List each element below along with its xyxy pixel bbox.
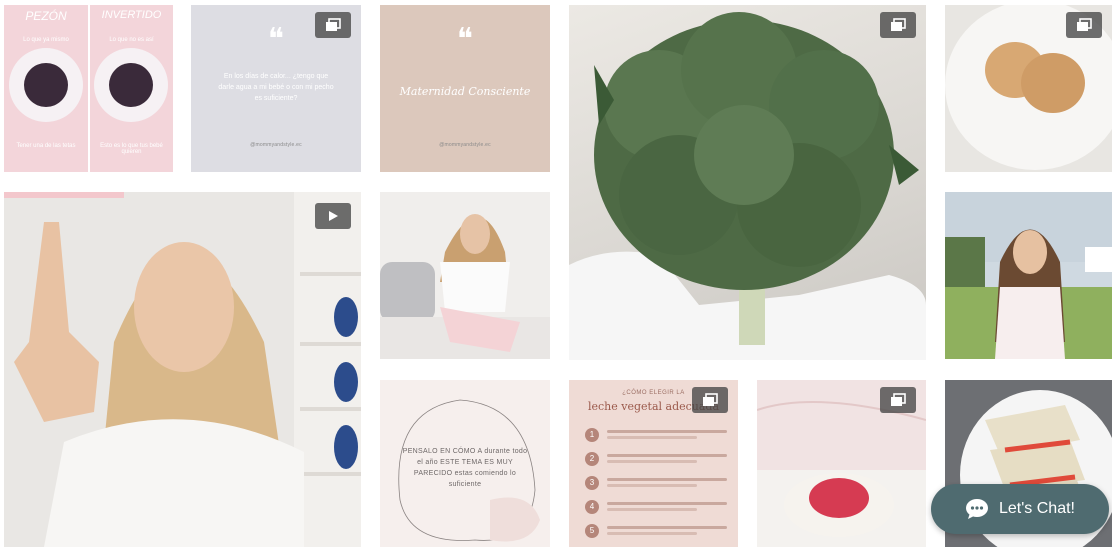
- post-handle: @mommyandstyle.ec: [250, 142, 302, 148]
- carousel-icon: [880, 387, 916, 413]
- post-woman-garden[interactable]: [945, 192, 1112, 359]
- chat-button[interactable]: Let's Chat!: [931, 484, 1109, 534]
- post-video-thumbs-up[interactable]: [4, 192, 361, 547]
- step-4: 4: [585, 500, 735, 518]
- video-icon: [315, 203, 351, 229]
- caption-right: Esto es lo que tus bebé quieren: [100, 143, 163, 155]
- chat-bubble-icon: [966, 499, 988, 519]
- post-water-question[interactable]: ❝ En los días de calor... ¿tengo que dar…: [191, 5, 361, 172]
- chat-label: Let's Chat!: [999, 500, 1075, 517]
- post-text: En los días de calor... ¿tengo que darle…: [218, 73, 334, 102]
- woman-garden-image: [945, 192, 1112, 359]
- broccoli-image: [569, 12, 926, 360]
- woman-sitting-image: [380, 214, 550, 359]
- post-text: PENSALO EN CÓMO A durante todo el año ES…: [402, 448, 528, 488]
- carousel-icon: [692, 387, 728, 413]
- step-3: 3: [585, 476, 735, 494]
- post-patties[interactable]: [945, 5, 1112, 172]
- post-leche-vegetal[interactable]: ¿CÓMO ELEGIR LA leche vegetal adecuada 1…: [569, 380, 738, 547]
- post-woman-sitting[interactable]: [380, 192, 550, 359]
- quote-icon: ❝: [267, 22, 285, 57]
- step-2: 2: [585, 452, 735, 470]
- caption-left: Tener una de las tetas: [16, 143, 76, 149]
- post-berry-sorbet[interactable]: [757, 380, 926, 547]
- quote-icon: ❝: [456, 22, 474, 57]
- carousel-icon: [1066, 12, 1102, 38]
- post-broccoli[interactable]: [569, 5, 926, 360]
- step-1: 1: [585, 428, 735, 446]
- post-inverted-nipple[interactable]: PEZÓN INVERTIDO Lo que ya mismo Lo que n…: [4, 5, 173, 172]
- step-5: 5: [585, 524, 735, 542]
- carousel-icon: [880, 12, 916, 38]
- post-handle: @mommyandstyle.ec: [439, 142, 491, 148]
- woman-thumbs-up-image: [4, 192, 361, 547]
- post-evolution-text[interactable]: PENSALO EN CÓMO A durante todo el año ES…: [380, 380, 550, 547]
- post-text: Maternidad Consciente: [399, 85, 531, 98]
- post-maternidad-consciente[interactable]: ❝ Maternidad Consciente @mommyandstyle.e…: [380, 5, 550, 172]
